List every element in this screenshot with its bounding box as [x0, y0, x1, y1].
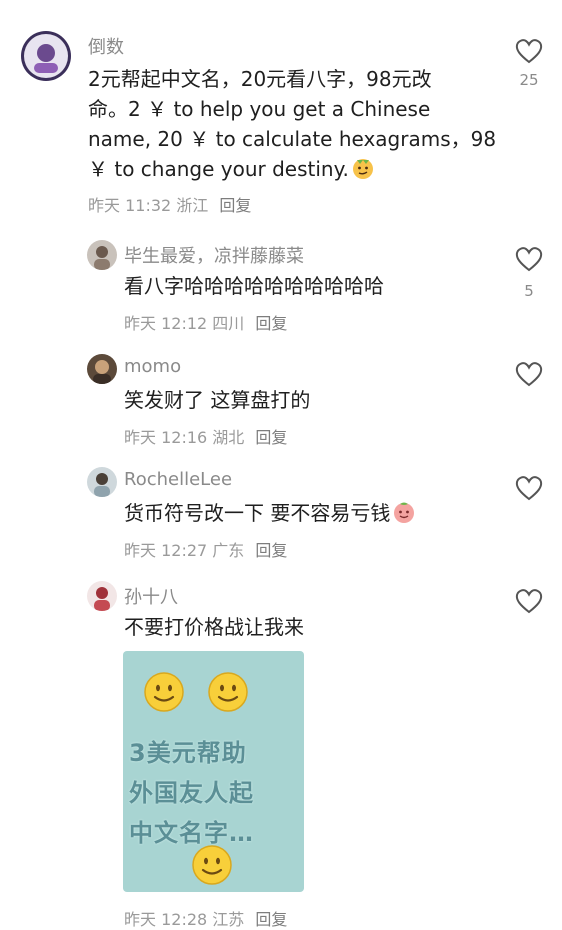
- image-caption-line: 3美元帮助: [129, 739, 247, 767]
- comment-meta: 昨天 12:12 四川 回复: [124, 310, 287, 334]
- comment-text: 笑发财了 这算盘打的: [124, 385, 310, 415]
- comment-line: 2元帮起中文名，20元看八字，98元改: [88, 67, 432, 91]
- timestamp: 昨天 12:16: [124, 428, 208, 447]
- avatar[interactable]: [87, 354, 117, 384]
- username[interactable]: RochelleLee: [124, 469, 232, 490]
- like-count: 5: [524, 282, 534, 300]
- username[interactable]: 孙十八: [124, 583, 178, 609]
- heart-outline-icon: [515, 362, 543, 387]
- location: 浙江: [176, 196, 209, 215]
- comment-line: 命。2 ￥ to help you get a Chinese: [88, 97, 431, 121]
- avatar[interactable]: [21, 31, 71, 81]
- comment-text: 2元帮起中文名，20元看八字，98元改 命。2 ￥ to help you ge…: [88, 64, 496, 188]
- location: 四川: [212, 314, 245, 333]
- timestamp: 昨天 11:32: [88, 196, 172, 215]
- username[interactable]: momo: [124, 356, 181, 377]
- location: 湖北: [212, 428, 245, 447]
- reply-button[interactable]: 回复: [255, 314, 287, 333]
- reply-button[interactable]: 回复: [255, 541, 287, 560]
- location: 江苏: [212, 910, 245, 929]
- like-button[interactable]: [514, 36, 544, 66]
- reply-button[interactable]: 回复: [255, 428, 287, 447]
- comment-meta: 昨天 12:28 江苏 回复: [124, 906, 287, 930]
- reply-button[interactable]: 回复: [219, 196, 251, 215]
- username[interactable]: 毕生最爱，凉拌藤藤菜: [124, 242, 304, 268]
- heart-outline-icon: [515, 589, 543, 614]
- comment-text: 不要打价格战让我来: [124, 612, 304, 642]
- avatar[interactable]: [87, 467, 117, 497]
- like-button[interactable]: [514, 359, 544, 389]
- attached-image[interactable]: 3美元帮助 外国友人起 中文名字…: [123, 651, 304, 892]
- comment-meta: 昨天 12:27 广东 回复: [124, 537, 287, 561]
- heart-outline-icon: [515, 247, 543, 272]
- like-button[interactable]: [514, 586, 544, 616]
- comment-line: name, 20 ￥ to calculate hexagrams，98: [88, 127, 497, 151]
- comment-meta: 昨天 12:16 湖北 回复: [124, 424, 287, 448]
- peach-face-emoji-icon: [392, 500, 416, 532]
- like-button[interactable]: [514, 244, 544, 274]
- heart-outline-icon: [515, 39, 543, 64]
- like-button[interactable]: [514, 473, 544, 503]
- timestamp: 昨天 12:12: [124, 314, 208, 333]
- smirk-face-emoji-icon: [351, 156, 375, 188]
- smiling-face-emoji-icon: [143, 671, 185, 713]
- comment-line: 看八字哈哈哈哈哈哈哈哈哈哈: [124, 274, 384, 298]
- heart-outline-icon: [515, 476, 543, 501]
- comment-line: 不要打价格战让我来: [124, 615, 304, 639]
- comment-line-with-emoji: 货币符号改一下 要不容易亏钱: [124, 498, 416, 532]
- timestamp: 昨天 12:28: [124, 910, 208, 929]
- comment-meta: 昨天 11:32 浙江 回复: [88, 192, 251, 216]
- reply-button[interactable]: 回复: [255, 910, 287, 929]
- smiling-face-emoji-icon: [191, 844, 233, 886]
- like-count: 25: [519, 71, 539, 89]
- timestamp: 昨天 12:27: [124, 541, 208, 560]
- comment-text: 看八字哈哈哈哈哈哈哈哈哈哈: [124, 271, 384, 301]
- avatar[interactable]: [87, 240, 117, 270]
- username[interactable]: 倒数: [88, 33, 124, 59]
- location: 广东: [212, 541, 245, 560]
- avatar[interactable]: [87, 581, 117, 611]
- image-caption: 3美元帮助 外国友人起 中文名字…: [129, 733, 299, 853]
- comment-line-with-emoji: ￥ to change your destiny.: [88, 154, 496, 188]
- comment-text: 货币符号改一下 要不容易亏钱: [124, 498, 416, 532]
- comment-line: 笑发财了 这算盘打的: [124, 388, 311, 412]
- image-caption-line: 外国友人起: [129, 779, 254, 807]
- smiling-face-emoji-icon: [207, 671, 249, 713]
